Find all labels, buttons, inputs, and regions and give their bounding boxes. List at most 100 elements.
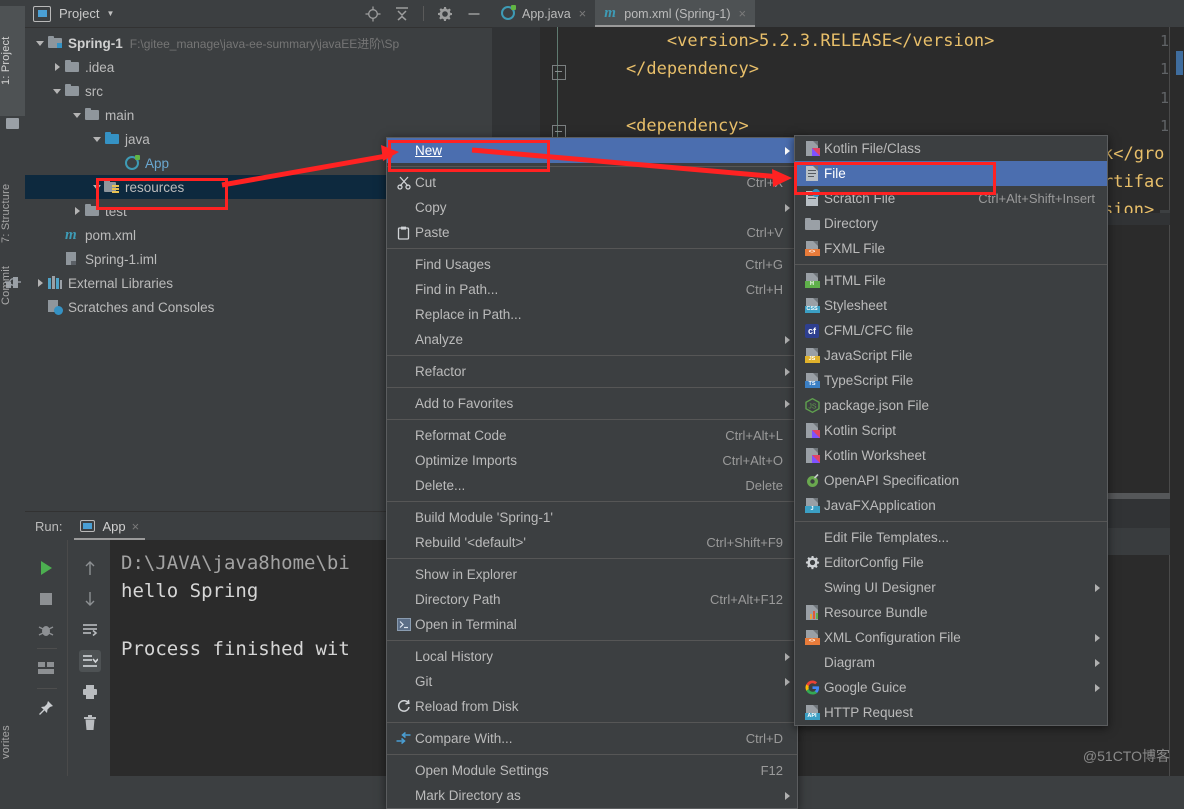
sidebar-item-favorites[interactable]: vorites	[0, 712, 25, 772]
tree-row-spring-1[interactable]: Spring-1 F:\gitee_manage\java-ee-summary…	[25, 31, 492, 55]
menu-item-label: Show in Explorer	[415, 567, 518, 582]
chevron-down-icon[interactable]	[90, 136, 104, 142]
menu-item-rebuild[interactable]: Rebuild '<default>' Ctrl+Shift+F9	[387, 530, 797, 555]
submenu-item-javafx-application[interactable]: J JavaFXApplication	[795, 493, 1107, 518]
menu-item-build-module[interactable]: Build Module 'Spring-1'	[387, 505, 797, 530]
menu-item-reload-from-disk[interactable]: Reload from Disk	[387, 694, 797, 719]
menu-item-delete[interactable]: Delete... Delete	[387, 473, 797, 498]
scratches-icon	[47, 299, 64, 315]
menu-item-git[interactable]: Git	[387, 669, 797, 694]
submenu-item-edit-file-templates[interactable]: Edit File Templates...	[795, 525, 1107, 550]
submenu-item-kotlin-script[interactable]: Kotlin Script	[795, 418, 1107, 443]
menu-item-add-to-favorites[interactable]: Add to Favorites	[387, 391, 797, 416]
fold-marker-collapse[interactable]	[552, 65, 566, 80]
menu-item-label: Reload from Disk	[415, 699, 519, 714]
menu-item-directory-path[interactable]: Directory Path Ctrl+Alt+F12	[387, 587, 797, 612]
submenu-item-scratch-file[interactable]: Scratch File Ctrl+Alt+Shift+Insert	[795, 186, 1107, 211]
submenu-item-fxml-file[interactable]: <> FXML File	[795, 236, 1107, 261]
tab-app-java[interactable]: App.java ×	[492, 0, 595, 27]
debug-icon[interactable]	[35, 619, 57, 641]
submenu-item-editorconfig-file[interactable]: EditorConfig File	[795, 550, 1107, 575]
tree-row-idea[interactable]: .idea	[25, 55, 492, 79]
chevron-down-icon[interactable]	[70, 112, 84, 118]
submenu-item-shortcut: Ctrl+Alt+Shift+Insert	[978, 191, 1095, 206]
print-icon[interactable]	[79, 681, 101, 703]
submenu-item-cfml-cfc-file[interactable]: cf CFML/CFC file	[795, 318, 1107, 343]
menu-separator	[387, 166, 797, 167]
close-icon[interactable]: ×	[579, 6, 587, 21]
tree-label: .idea	[85, 59, 115, 75]
menu-item-show-in-explorer[interactable]: Show in Explorer	[387, 562, 797, 587]
code-line: <version>5.2.3.RELEASE</version>	[585, 31, 995, 51]
submenu-item-file[interactable]: File	[795, 161, 1107, 186]
scroll-down-icon[interactable]	[79, 588, 101, 610]
menu-item-replace-in-path[interactable]: Replace in Path...	[387, 302, 797, 327]
submenu-item-xml-configuration-file[interactable]: <> XML Configuration File	[795, 625, 1107, 650]
close-icon[interactable]: ×	[739, 6, 747, 21]
chevron-right-icon[interactable]	[70, 207, 84, 215]
menu-item-paste[interactable]: Paste Ctrl+V	[387, 220, 797, 245]
submenu-item-diagram[interactable]: Diagram	[795, 650, 1107, 675]
new-submenu[interactable]: Kotlin File/Class File Scratch File Ctrl…	[794, 135, 1108, 726]
collapse-all-icon[interactable]	[394, 6, 410, 22]
chevron-down-icon[interactable]	[90, 184, 104, 190]
gear-icon[interactable]	[437, 6, 453, 22]
scroll-to-end-icon[interactable]	[78, 650, 101, 672]
menu-item-cut[interactable]: Cut Ctrl+X	[387, 170, 797, 195]
editor-scrollbar[interactable]	[1170, 27, 1184, 776]
tree-module-path: F:\gitee_manage\java-ee-summary\javaEE进阶…	[129, 36, 400, 51]
menu-item-new[interactable]: New	[387, 138, 797, 163]
menu-item-compare-with[interactable]: Compare With... Ctrl+D	[387, 726, 797, 751]
submenu-item-javascript-file[interactable]: JS JavaScript File	[795, 343, 1107, 368]
menu-item-find-in-path[interactable]: Find in Path... Ctrl+H	[387, 277, 797, 302]
chevron-down-icon[interactable]	[50, 88, 64, 94]
menu-item-find-usages[interactable]: Find Usages Ctrl+G	[387, 252, 797, 277]
close-icon[interactable]: ×	[132, 519, 140, 534]
source-root-folder-icon	[104, 131, 121, 147]
submenu-item-swing-ui-designer[interactable]: Swing UI Designer	[795, 575, 1107, 600]
trash-icon[interactable]	[79, 712, 101, 734]
chevron-down-icon[interactable]: ▼	[106, 9, 114, 18]
tree-row-main[interactable]: main	[25, 103, 492, 127]
menu-item-reformat-code[interactable]: Reformat Code Ctrl+Alt+L	[387, 423, 797, 448]
menu-item-optimize-imports[interactable]: Optimize Imports Ctrl+Alt+O	[387, 448, 797, 473]
run-icon[interactable]	[35, 557, 57, 579]
hide-minimize-icon[interactable]	[466, 6, 482, 22]
menu-item-copy[interactable]: Copy	[387, 195, 797, 220]
menu-item-analyze[interactable]: Analyze	[387, 327, 797, 352]
run-tab-app[interactable]: App ×	[70, 513, 149, 540]
chevron-right-icon[interactable]	[33, 279, 47, 287]
sidebar-item-project[interactable]: 1: Project	[0, 6, 25, 116]
submenu-item-stylesheet[interactable]: CSS Stylesheet	[795, 293, 1107, 318]
submenu-item-http-request[interactable]: API HTTP Request	[795, 700, 1107, 725]
submenu-item-openapi-specification[interactable]: OpenAPI Specification	[795, 468, 1107, 493]
locate-icon[interactable]	[365, 6, 381, 22]
menu-item-refactor[interactable]: Refactor	[387, 359, 797, 384]
menu-item-open-in-terminal[interactable]: Open in Terminal	[387, 612, 797, 637]
tree-row-src[interactable]: src	[25, 79, 492, 103]
submenu-item-kotlin-file-class[interactable]: Kotlin File/Class	[795, 136, 1107, 161]
libraries-icon	[47, 275, 64, 291]
tab-pom-xml[interactable]: m pom.xml (Spring-1) ×	[595, 0, 756, 27]
pin-icon[interactable]	[35, 697, 57, 719]
submenu-item-html-file[interactable]: H HTML File	[795, 268, 1107, 293]
submenu-item-google-guice[interactable]: Google Guice	[795, 675, 1107, 700]
stop-icon[interactable]	[35, 588, 57, 610]
scrollbar-thumb[interactable]	[1176, 51, 1183, 75]
menu-item-local-history[interactable]: Local History	[387, 644, 797, 669]
submenu-item-resource-bundle[interactable]: Resource Bundle	[795, 600, 1107, 625]
submenu-item-kotlin-worksheet[interactable]: Kotlin Worksheet	[795, 443, 1107, 468]
scroll-up-icon[interactable]	[79, 557, 101, 579]
menu-item-label: New	[415, 143, 443, 158]
context-menu[interactable]: New Cut Ctrl+X Copy Paste Ctrl+V Find Us…	[386, 137, 798, 809]
submenu-item-package-json-file[interactable]: JS package.json File	[795, 393, 1107, 418]
rerun-icon[interactable]	[79, 619, 101, 641]
svg-text:JS: JS	[808, 404, 817, 411]
chevron-down-icon[interactable]	[33, 40, 47, 46]
layout-icon[interactable]	[35, 657, 57, 679]
submenu-item-typescript-file[interactable]: TS TypeScript File	[795, 368, 1107, 393]
menu-item-open-module-settings[interactable]: Open Module Settings F12	[387, 758, 797, 783]
chevron-right-icon[interactable]	[50, 63, 64, 71]
menu-item-mark-directory-as[interactable]: Mark Directory as	[387, 783, 797, 808]
submenu-item-directory[interactable]: Directory	[795, 211, 1107, 236]
